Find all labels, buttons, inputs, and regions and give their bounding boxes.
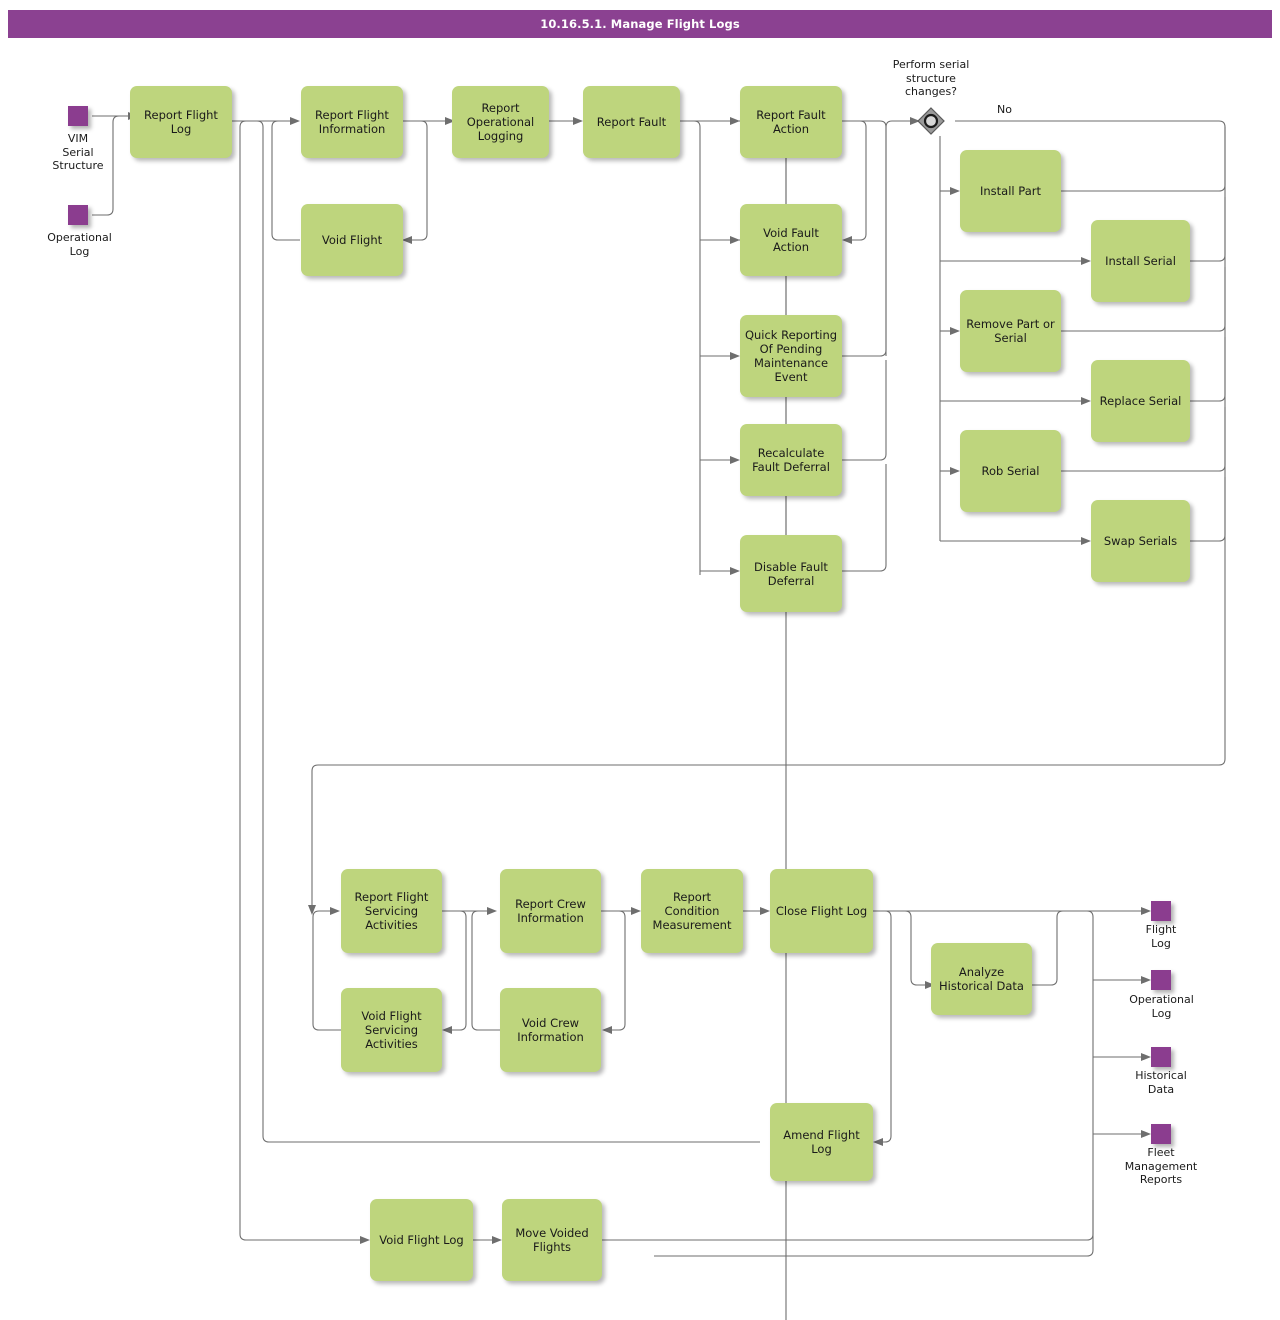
node-report-operational-logging[interactable]: Report Operational Logging: [452, 86, 549, 158]
node-rob-serial[interactable]: Rob Serial: [960, 430, 1061, 512]
line: Data: [1147, 1082, 1175, 1096]
node-close-flight-log[interactable]: Close Flight Log: [770, 869, 873, 953]
line: Reports: [1139, 1173, 1183, 1186]
terminator-label-operational-log-input: Operational Log: [32, 231, 127, 258]
node-void-crew-information[interactable]: Void Crew Information: [500, 988, 601, 1072]
line: VIM: [67, 132, 89, 145]
gateway-question-label: Perform serial structure changes?: [876, 58, 986, 99]
node-report-fault[interactable]: Report Fault: [583, 86, 680, 158]
terminator-operational-log-output[interactable]: [1151, 970, 1171, 990]
terminator-label-vim-serial-structure: VIM Serial Structure: [38, 132, 118, 173]
node-report-flight-information[interactable]: Report Flight Information: [301, 86, 403, 158]
node-void-flight[interactable]: Void Flight: [301, 204, 403, 276]
node-install-serial[interactable]: Install Serial: [1091, 220, 1190, 302]
node-void-flight-servicing-activities[interactable]: Void Flight Servicing Activities: [341, 988, 442, 1072]
connector-layer: [92, 112, 1226, 1320]
node-analyze-historical-data[interactable]: Analyze Historical Data: [931, 943, 1032, 1015]
terminator-historical-data-output[interactable]: [1151, 1047, 1171, 1067]
terminator-flight-log-output[interactable]: [1151, 901, 1171, 921]
node-disable-fault-deferral[interactable]: Disable Fault Deferral: [740, 535, 842, 612]
line: Historical: [1135, 1069, 1187, 1082]
line: Serial: [62, 145, 94, 159]
line: Structure: [52, 159, 104, 172]
line: Management: [1124, 1159, 1198, 1173]
edge-label-no: No: [997, 103, 1012, 116]
terminator-label-flight-log-output: Flight Log: [1126, 923, 1196, 950]
line: Flight: [1145, 923, 1177, 936]
node-report-flight-servicing-activities[interactable]: Report Flight Servicing Activities: [341, 869, 442, 953]
node-void-flight-log[interactable]: Void Flight Log: [370, 1199, 473, 1281]
terminator-fleet-management-reports-output[interactable]: [1151, 1124, 1171, 1144]
line: Log: [69, 244, 90, 258]
page-title-text: 10.16.5.1. Manage Flight Logs: [540, 17, 740, 31]
line: Operational: [1129, 993, 1194, 1006]
node-report-flight-log[interactable]: Report Flight Log: [130, 86, 232, 158]
line: Perform serial: [892, 58, 970, 71]
line: changes?: [904, 85, 958, 98]
terminator-operational-log-input[interactable]: [68, 205, 88, 225]
terminator-label-historical-data-output: Historical Data: [1118, 1069, 1204, 1096]
node-quick-reporting-of-pending-maintenance-event[interactable]: Quick Reporting Of Pending Maintenance E…: [740, 315, 842, 397]
line: structure: [906, 71, 956, 85]
node-replace-serial[interactable]: Replace Serial: [1091, 360, 1190, 442]
terminator-label-operational-log-output: Operational Log: [1113, 993, 1210, 1020]
page-title: 10.16.5.1. Manage Flight Logs: [8, 10, 1272, 38]
diagram-canvas: 10.16.5.1. Manage Flight Logs VIM Serial…: [0, 0, 1280, 1320]
line: Log: [1151, 936, 1171, 950]
node-report-condition-measurement[interactable]: Report Condition Measurement: [641, 869, 743, 953]
line: Log: [1151, 1006, 1172, 1020]
line: Fleet: [1147, 1146, 1175, 1159]
line: Operational: [47, 231, 112, 244]
node-install-part[interactable]: Install Part: [960, 150, 1061, 232]
node-report-crew-information[interactable]: Report Crew Information: [500, 869, 601, 953]
terminator-label-fleet-management-reports-output: Fleet Management Reports: [1105, 1146, 1217, 1187]
node-move-voided-flights[interactable]: Move Voided Flights: [502, 1199, 602, 1281]
gateway-perform-serial-structure-changes[interactable]: [916, 106, 946, 136]
node-swap-serials[interactable]: Swap Serials: [1091, 500, 1190, 582]
node-void-fault-action[interactable]: Void Fault Action: [740, 204, 842, 276]
node-report-fault-action[interactable]: Report Fault Action: [740, 86, 842, 158]
terminator-vim-serial-structure[interactable]: [68, 106, 88, 126]
node-remove-part-or-serial[interactable]: Remove Part or Serial: [960, 290, 1061, 372]
node-amend-flight-log[interactable]: Amend Flight Log: [770, 1103, 873, 1181]
node-recalculate-fault-deferral[interactable]: Recalculate Fault Deferral: [740, 424, 842, 496]
